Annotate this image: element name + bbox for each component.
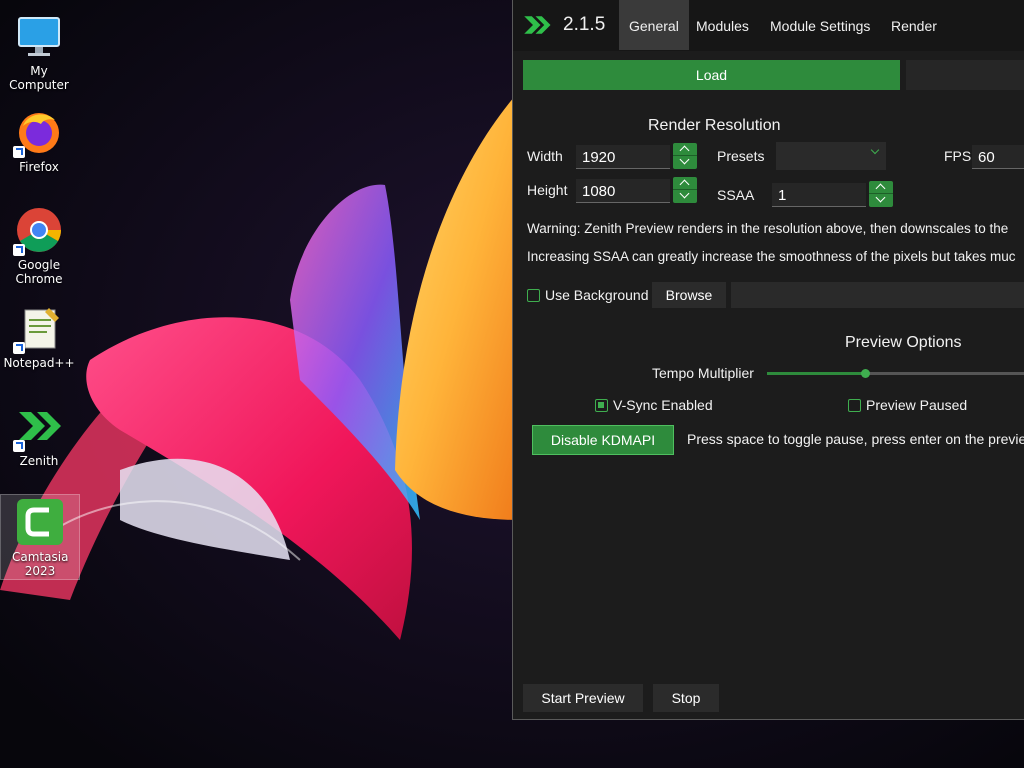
desktop-icon-camtasia[interactable]: Camtasia 2023: [0, 494, 80, 580]
width-input[interactable]: 1920: [576, 145, 670, 169]
width-spinner[interactable]: [673, 143, 697, 169]
background-path-field[interactable]: [731, 282, 1024, 308]
ssaa-label: SSAA: [717, 187, 755, 203]
desktop-icon-zenith[interactable]: Zenith: [0, 394, 78, 468]
preview-paused-label: Preview Paused: [866, 397, 968, 413]
monitor-icon: [15, 12, 63, 60]
chevron-down-icon: [870, 145, 880, 155]
presets-label: Presets: [717, 148, 765, 164]
zenith-logo-icon: [524, 16, 551, 34]
desktop-icon-label: Camtasia 2023: [12, 550, 69, 578]
fps-input[interactable]: 60: [972, 145, 1024, 169]
ssaa-input[interactable]: 1: [772, 183, 866, 207]
midi-path-field[interactable]: [906, 60, 1024, 90]
vsync-checkbox[interactable]: [595, 399, 608, 412]
preview-paused-checkbox[interactable]: [848, 399, 861, 412]
height-spinner[interactable]: [673, 177, 697, 203]
camtasia-icon: [16, 498, 64, 546]
desktop-icon-firefox[interactable]: Firefox: [0, 100, 78, 174]
width-label: Width: [527, 148, 563, 164]
decrement-icon[interactable]: [673, 156, 697, 169]
tempo-multiplier-label: Tempo Multiplier: [652, 365, 754, 381]
preview-hint-text: Press space to toggle pause, press enter…: [687, 431, 1024, 447]
desktop-icon-label: Zenith: [19, 454, 59, 468]
shortcut-arrow-icon: [13, 146, 25, 158]
desktop-icon-label: Google Chrome: [15, 258, 63, 286]
tempo-slider-thumb[interactable]: [861, 369, 870, 378]
firefox-icon: [13, 108, 63, 158]
shortcut-arrow-icon: [13, 440, 25, 452]
tab-render[interactable]: Render: [881, 0, 947, 50]
render-resolution-heading: Render Resolution: [648, 117, 781, 134]
desktop-icon-chrome[interactable]: Google Chrome: [0, 198, 78, 286]
shortcut-arrow-icon: [13, 342, 25, 354]
ssaa-warning-text: Increasing SSAA can greatly increase the…: [527, 249, 1016, 264]
desktop-icon-label: Notepad++: [3, 356, 75, 370]
presets-dropdown[interactable]: [776, 142, 886, 170]
preview-options-heading: Preview Options: [845, 334, 962, 351]
load-button[interactable]: Load: [523, 60, 900, 90]
vsync-label: V-Sync Enabled: [613, 397, 713, 413]
tab-general[interactable]: General: [619, 0, 689, 50]
desktop-icon-label: Firefox: [19, 160, 59, 174]
height-label: Height: [527, 182, 568, 198]
desktop-icon-notepadpp[interactable]: Notepad++: [0, 296, 78, 370]
shortcut-arrow-icon: [13, 244, 25, 256]
desktop-icon-my-computer[interactable]: My Computer: [0, 4, 78, 92]
app-version: 2.1.5: [563, 14, 606, 35]
decrement-icon[interactable]: [869, 194, 893, 207]
title-bar: 2.1.5 General Modules Module Settings Re…: [513, 0, 1024, 51]
height-input[interactable]: 1080: [576, 179, 670, 203]
use-background-checkbox[interactable]: [527, 289, 540, 302]
zenith-window: 2.1.5 General Modules Module Settings Re…: [512, 0, 1024, 720]
notepadpp-icon: [13, 304, 63, 354]
fps-label: FPS: [944, 148, 972, 164]
ssaa-spinner[interactable]: [869, 181, 893, 207]
stop-button[interactable]: Stop: [653, 684, 719, 712]
decrement-icon[interactable]: [673, 190, 697, 203]
use-background-label: Use Background: [545, 287, 649, 303]
tab-module-settings[interactable]: Module Settings: [760, 0, 880, 50]
chrome-icon: [13, 206, 63, 256]
resolution-warning-text: Warning: Zenith Preview renders in the r…: [527, 221, 1009, 236]
zenith-icon: [13, 402, 63, 452]
tempo-slider-fill: [767, 372, 865, 375]
browse-button[interactable]: Browse: [652, 282, 726, 308]
tab-modules[interactable]: Modules: [686, 0, 759, 50]
desktop-icon-label: My Computer: [9, 64, 69, 92]
start-preview-button[interactable]: Start Preview: [523, 684, 643, 712]
disable-kdmapi-button[interactable]: Disable KDMAPI: [532, 425, 674, 455]
